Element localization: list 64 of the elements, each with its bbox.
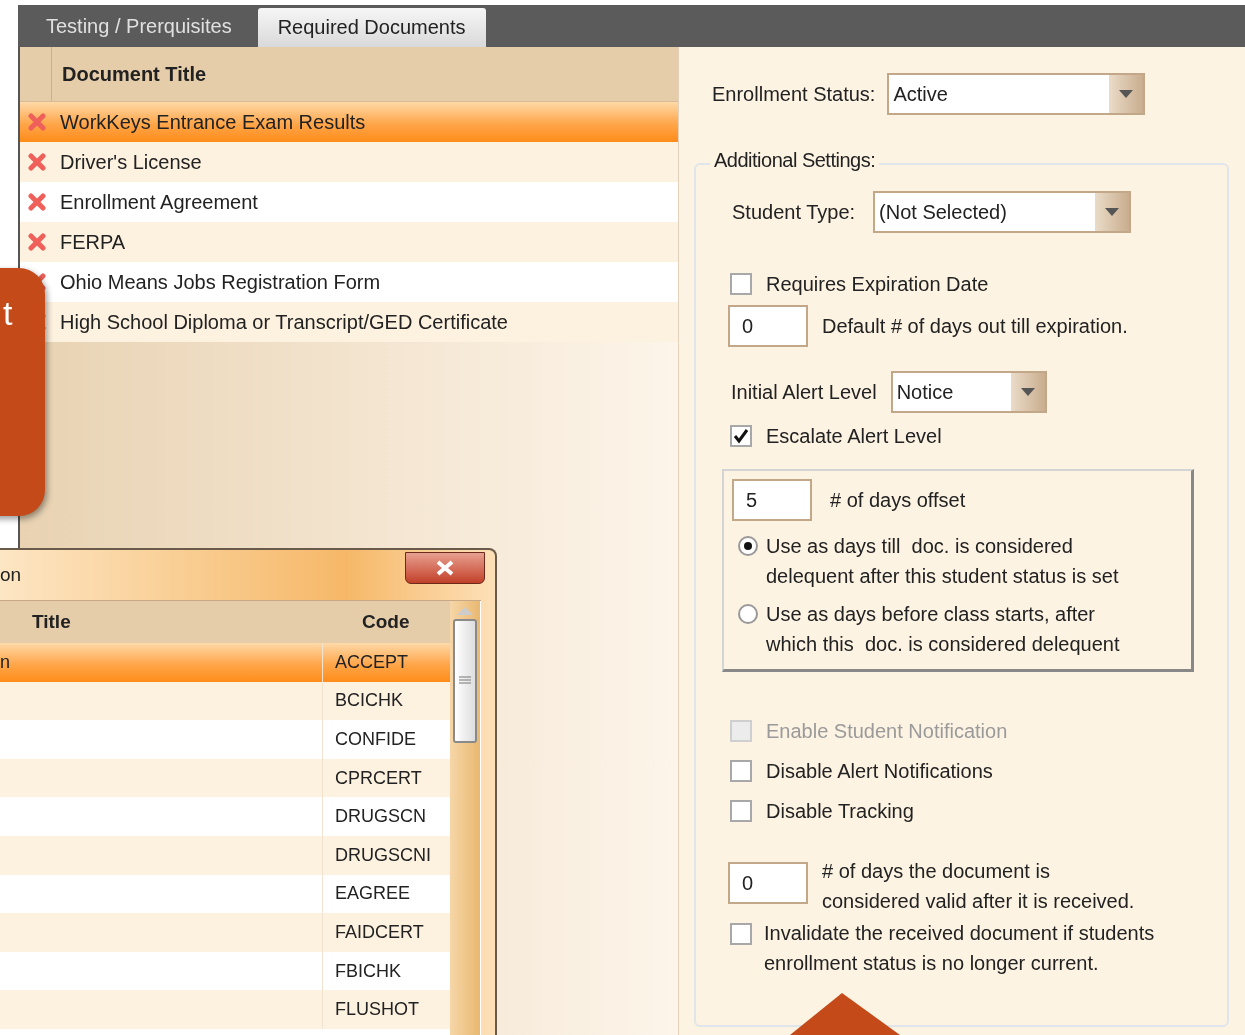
dropdown-caret-icon (1105, 208, 1120, 216)
document-row[interactable]: Enrollment Agreement (20, 182, 678, 222)
group-legend: Additional Settings: (710, 149, 880, 172)
document-row[interactable]: Driver's License (20, 142, 678, 182)
column-header: Code (361, 610, 411, 634)
checkbox[interactable] (730, 760, 752, 782)
document-title: Driver's License (60, 150, 202, 175)
checkbox-label: Escalate Alert Level (766, 424, 942, 449)
column-header: Document Title (61, 61, 207, 87)
alert-level-dropdown[interactable]: Notice (890, 371, 1047, 413)
table-row[interactable]: DRUGSCNI (0, 835, 450, 875)
dialog-title: on (0, 564, 22, 586)
enrollment-status-dropdown[interactable]: Active (887, 73, 1146, 115)
days-input[interactable]: 0 (728, 305, 808, 347)
document-title: High School Diploma or Transcript/GED Certificate (60, 310, 508, 335)
checkbox[interactable] (730, 273, 752, 295)
checkbox-label: Requires Expiration Date (766, 272, 989, 297)
table-row[interactable]: FLUSHOT (0, 990, 450, 1029)
checkbox-label: Disable Alert Notifications (766, 759, 993, 784)
document-row[interactable]: Ohio Means Jobs Registration Form (20, 262, 678, 302)
scroll-thumb[interactable] (453, 619, 477, 743)
close-icon (435, 560, 455, 576)
close-button[interactable] (405, 552, 485, 584)
field-label: Initial Alert Level (731, 380, 877, 405)
field-label: Default # of days out till expiration. (822, 314, 1128, 339)
scrollbar[interactable] (450, 601, 480, 1035)
radio-label: Use as days till doc. is considered delequent after this student status is set (766, 534, 1120, 589)
column-header: Title (31, 610, 72, 634)
days-input[interactable]: 5 (732, 479, 812, 521)
tab[interactable]: Testing / Prerquisites (26, 5, 252, 47)
document-title: Ohio Means Jobs Registration Form (60, 270, 381, 295)
field-label: Student Type: (732, 200, 856, 225)
checkbox[interactable] (730, 425, 752, 447)
document-row[interactable]: FERPA (20, 222, 678, 262)
checkbox[interactable] (730, 923, 752, 945)
tab[interactable]: Required Documents (257, 8, 486, 47)
table-row[interactable]: CPRCERT (0, 758, 450, 798)
table-row[interactable]: FAIDCERT (0, 913, 450, 952)
dropdown-caret-icon (1119, 90, 1134, 98)
remove-icon[interactable] (28, 153, 46, 171)
checkbox[interactable] (730, 800, 752, 822)
remove-icon[interactable] (28, 193, 46, 211)
field-label: # of days the document is considered valid after it is received. (822, 859, 1136, 914)
field-label: # of days offset (830, 488, 966, 513)
remove-icon[interactable] (28, 113, 46, 131)
table-cell-text: n (0, 650, 11, 674)
radio-button[interactable] (738, 536, 758, 556)
checkbox-label: Disable Tracking (766, 799, 914, 824)
remove-icon[interactable] (28, 233, 46, 251)
field-label: Enrollment Status: (712, 82, 876, 107)
radio-label: Use as days before class starts, after which this doc. is considered delequent (766, 602, 1121, 657)
checkbox-label: Invalidate the received document if students enrollment status is no longer current. (764, 921, 1156, 976)
radio-button[interactable] (738, 604, 758, 624)
document-row[interactable]: WorkKeys Entrance Exam Results (20, 102, 678, 142)
table-row[interactable]: n ACCEPT (0, 643, 450, 682)
dropdown-caret-icon (1020, 388, 1035, 396)
callout-text: t (3, 294, 13, 332)
document-title: Enrollment Agreement (60, 190, 258, 215)
checkbox-label: Enable Student Notification (766, 719, 1008, 744)
document-title: FERPA (60, 230, 126, 255)
document-title: WorkKeys Entrance Exam Results (60, 110, 366, 135)
student-type-dropdown[interactable]: (Not Selected) (873, 191, 1132, 233)
days-input[interactable]: 0 (728, 862, 808, 904)
table-row[interactable]: BCICHK (0, 681, 450, 721)
